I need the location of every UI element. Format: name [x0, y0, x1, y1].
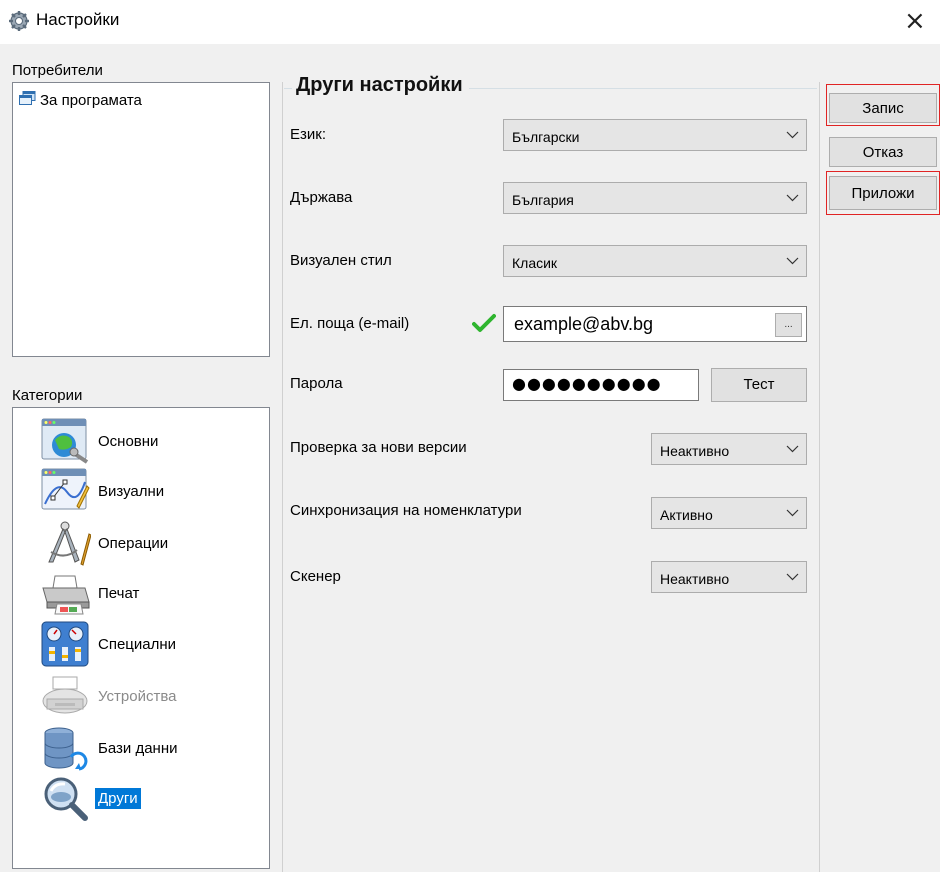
category-item-osnovni[interactable]: Основни [41, 418, 161, 464]
category-item-pechat[interactable]: Печат [41, 570, 142, 616]
control-panel-icon [41, 621, 91, 667]
general-settings-icon [41, 418, 91, 464]
compass-icon [41, 520, 92, 566]
category-item-operatsii[interactable]: Операции [41, 520, 171, 566]
email-field[interactable]: example@abv.bg ... [503, 306, 807, 342]
category-label: Операции [98, 534, 169, 552]
language-value: Български [512, 129, 580, 145]
window-title: Настройки [36, 10, 120, 29]
sync-nomenclatures-value: Активно [660, 507, 713, 523]
windows-icon [19, 91, 36, 110]
category-label: Основни [98, 432, 159, 450]
chevron-down-icon [778, 445, 806, 453]
visual-style-value: Класик [512, 255, 558, 271]
users-label: Потребители [12, 62, 103, 79]
scanner-value: Неактивно [660, 571, 730, 587]
country-value: България [512, 192, 574, 208]
password-label: Парола [290, 375, 343, 392]
language-label: Език: [290, 126, 326, 143]
save-button[interactable]: Запис [829, 93, 937, 123]
scanner-label: Скенер [290, 568, 341, 585]
language-select[interactable]: Български [503, 119, 807, 151]
categories-label: Категории [12, 387, 83, 404]
group-title: Други настройки [292, 74, 469, 97]
chevron-down-icon [778, 194, 806, 202]
magnifier-icon [41, 775, 91, 821]
email-value: example@abv.bg [514, 314, 654, 334]
categories-list[interactable]: Основни Визуални Операции Печат Специалн… [12, 407, 270, 869]
category-label: Специални [98, 635, 177, 653]
category-label: Визуални [98, 482, 165, 500]
password-field[interactable]: ●●●●●●●●●● [503, 369, 699, 401]
country-select[interactable]: България [503, 182, 807, 214]
cancel-button[interactable]: Отказ [829, 137, 937, 167]
category-label: Други [95, 787, 141, 809]
visual-style-select[interactable]: Класик [503, 245, 807, 277]
apply-button[interactable]: Приложи [829, 176, 937, 210]
settings-gear-icon [8, 10, 30, 32]
category-label: Бази данни [98, 739, 178, 757]
email-browse-button[interactable]: ... [775, 313, 802, 337]
category-label: Печат [98, 584, 140, 602]
category-item-drugi[interactable]: Други [41, 775, 141, 821]
title-bar [0, 0, 940, 44]
category-item-spetsialni[interactable]: Специални [41, 621, 179, 667]
password-value: ●●●●●●●●●● [512, 374, 662, 393]
chevron-down-icon [778, 131, 806, 139]
users-item-label: За програмата [40, 92, 142, 109]
users-list[interactable]: За програмата [12, 82, 270, 357]
test-button[interactable]: Тест [711, 368, 807, 402]
database-icon [41, 725, 91, 771]
check-updates-value: Неактивно [660, 443, 730, 459]
category-item-vizualni[interactable]: Визуални [41, 468, 167, 514]
visual-curve-icon [41, 468, 91, 514]
check-updates-label: Проверка за нови версии [290, 439, 467, 456]
printer-icon [41, 570, 91, 616]
sync-nomenclatures-label: Синхронизация на номенклатури [290, 502, 522, 519]
devices-printer-icon [41, 673, 91, 719]
chevron-down-icon [778, 573, 806, 581]
check-updates-select[interactable]: Неактивно [651, 433, 807, 465]
email-label: Ел. поща (e-mail) [290, 315, 410, 332]
chevron-down-icon [778, 257, 806, 265]
category-label: Устройства [98, 687, 177, 705]
visual-style-label: Визуален стил [290, 252, 392, 269]
users-list-item[interactable]: За програмата [19, 91, 142, 110]
check-icon [472, 313, 496, 333]
close-button[interactable]: × [904, 6, 926, 36]
chevron-down-icon [778, 509, 806, 517]
category-item-ustroystva[interactable]: Устройства [41, 673, 179, 719]
category-item-bazi-danni[interactable]: Бази данни [41, 725, 180, 771]
sync-nomenclatures-select[interactable]: Активно [651, 497, 807, 529]
scanner-select[interactable]: Неактивно [651, 561, 807, 593]
country-label: Държава [290, 189, 353, 206]
